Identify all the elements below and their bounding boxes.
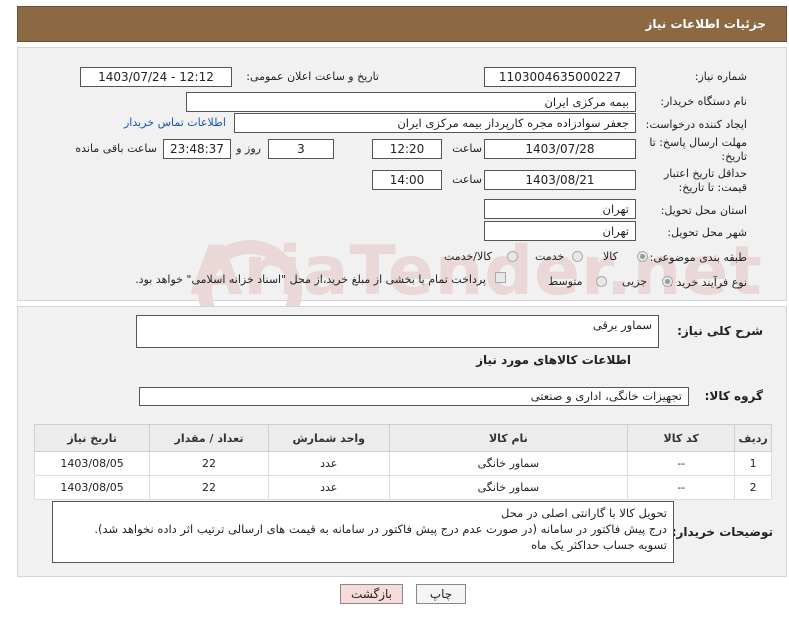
category-radio-goods[interactable] bbox=[637, 251, 648, 262]
goods-table: ردیف کد کالا نام کالا واحد شمارش تعداد /… bbox=[33, 424, 772, 500]
page-title: جزئیات اطلاعات نیاز bbox=[645, 17, 766, 31]
creator-field: جعفر سوادزاده مجره کارپرداز بیمه مرکزی ا… bbox=[234, 113, 636, 133]
category-option-goods: کالا bbox=[603, 250, 618, 263]
city-field: تهران bbox=[484, 221, 636, 241]
col-item-code: کد کالا bbox=[627, 424, 736, 452]
remaining-time-field: 23:48:37 bbox=[163, 139, 231, 159]
need-number-label: شماره نیاز: bbox=[694, 70, 747, 83]
days-field: 3 bbox=[268, 139, 334, 159]
cell-item-code: -- bbox=[627, 451, 736, 476]
buyer-notes-line: تسویه حساب حداکثر یک ماه bbox=[531, 538, 667, 552]
process-radio-medium[interactable] bbox=[596, 276, 607, 287]
cell-item-name: سماور خانگی bbox=[388, 475, 629, 500]
treasury-payment-checkbox[interactable] bbox=[495, 272, 506, 283]
page-header: جزئیات اطلاعات نیاز bbox=[17, 6, 787, 42]
announce-label: تاریخ و ساعت اعلان عمومی: bbox=[246, 70, 379, 83]
col-row-number: ردیف bbox=[734, 424, 772, 452]
buyer-contact-link[interactable]: اطلاعات تماس خریدار bbox=[124, 116, 226, 129]
goods-section-title: اطلاعات کالاهای مورد نیاز bbox=[476, 353, 631, 367]
reply-deadline-label: مهلت ارسال پاسخ: تا تاریخ: bbox=[649, 136, 747, 163]
cell-unit: عدد bbox=[267, 475, 390, 500]
category-radio-goods-service[interactable] bbox=[507, 251, 518, 262]
buyer-notes-field: تحویل کالا با گارانتی اصلی در محل درج پی… bbox=[52, 501, 674, 563]
validity-time-field: 14:00 bbox=[372, 170, 442, 190]
cell-item-name: سماور خانگی bbox=[388, 451, 629, 476]
process-option-medium: متوسط bbox=[548, 275, 583, 288]
summary-value: سماور برقی bbox=[592, 318, 652, 332]
cell-unit: عدد bbox=[267, 451, 390, 476]
col-item-name: نام کالا bbox=[388, 424, 629, 452]
days-label: روز و bbox=[236, 142, 261, 155]
process-option-minor: جزیی bbox=[622, 275, 648, 288]
back-button[interactable]: بازگشت bbox=[340, 584, 403, 604]
cell-quantity: 22 bbox=[149, 451, 269, 476]
print-button[interactable]: چاپ bbox=[416, 584, 466, 604]
process-radio-minor[interactable] bbox=[662, 276, 673, 287]
cell-row-number: 2 bbox=[734, 475, 772, 500]
buyer-notes-line: تحویل کالا با گارانتی اصلی در محل bbox=[501, 506, 667, 520]
cell-item-code: -- bbox=[627, 475, 736, 500]
summary-label: شرح کلی نیاز: bbox=[677, 324, 763, 338]
cell-need-date: 1403/08/05 bbox=[33, 451, 151, 476]
watermark-text: AriaTender.net bbox=[190, 232, 763, 311]
cell-row-number: 1 bbox=[734, 451, 772, 476]
col-unit: واحد شمارش bbox=[267, 424, 390, 452]
summary-field: سماور برقی bbox=[136, 315, 659, 348]
process-label: نوع فرآیند خرید : bbox=[669, 276, 747, 289]
buyer-org-label: نام دستگاه خریدار: bbox=[660, 95, 747, 108]
city-label: شهر محل تحویل: bbox=[667, 226, 747, 239]
table-row: 2 -- سماور خانگی عدد 22 1403/08/05 bbox=[33, 475, 772, 500]
validity-time-label: ساعت bbox=[452, 173, 482, 186]
buyer-org-field: بیمه مرکزی ایران bbox=[186, 92, 636, 112]
category-option-goods-service: کالا/خدمت bbox=[444, 250, 492, 263]
col-quantity: تعداد / مقدار bbox=[149, 424, 269, 452]
province-field: تهران bbox=[484, 199, 636, 219]
province-label: استان محل تحویل: bbox=[660, 204, 747, 217]
goods-group-label: گروه کالا: bbox=[704, 389, 763, 403]
category-label: طبقه بندی موضوعی: bbox=[649, 251, 747, 264]
validity-label: حداقل تاریخ اعتبار قیمت: تا تاریخ: bbox=[663, 167, 747, 194]
treasury-payment-note: پرداخت تمام یا بخشی از مبلغ خرید،از محل … bbox=[135, 273, 486, 286]
remaining-time-label: ساعت باقی مانده bbox=[75, 142, 157, 155]
category-option-service: خدمت bbox=[535, 250, 565, 263]
goods-group-field: تجهیزات خانگی، اداری و صنعتی bbox=[139, 387, 689, 406]
goods-table-header: ردیف کد کالا نام کالا واحد شمارش تعداد /… bbox=[33, 424, 772, 452]
reply-time-label: ساعت bbox=[452, 142, 482, 155]
col-need-date: تاریخ نیاز bbox=[33, 424, 151, 452]
announce-field: 1403/07/24 - 12:12 bbox=[80, 67, 232, 87]
creator-label: ایجاد کننده درخواست: bbox=[645, 118, 747, 131]
category-radio-service[interactable] bbox=[572, 251, 583, 262]
need-number-field: 1103004635000227 bbox=[484, 67, 636, 87]
cell-need-date: 1403/08/05 bbox=[33, 475, 151, 500]
buyer-notes-label: توضیحات خریدار: bbox=[671, 525, 773, 539]
validity-date-field: 1403/08/21 bbox=[484, 170, 636, 190]
reply-date-field: 1403/07/28 bbox=[484, 139, 636, 159]
buyer-notes-line: درج پیش فاکتور در سامانه (در صورت عدم در… bbox=[94, 522, 667, 536]
reply-time-field: 12:20 bbox=[372, 139, 442, 159]
cell-quantity: 22 bbox=[149, 475, 269, 500]
table-row: 1 -- سماور خانگی عدد 22 1403/08/05 bbox=[33, 451, 772, 476]
